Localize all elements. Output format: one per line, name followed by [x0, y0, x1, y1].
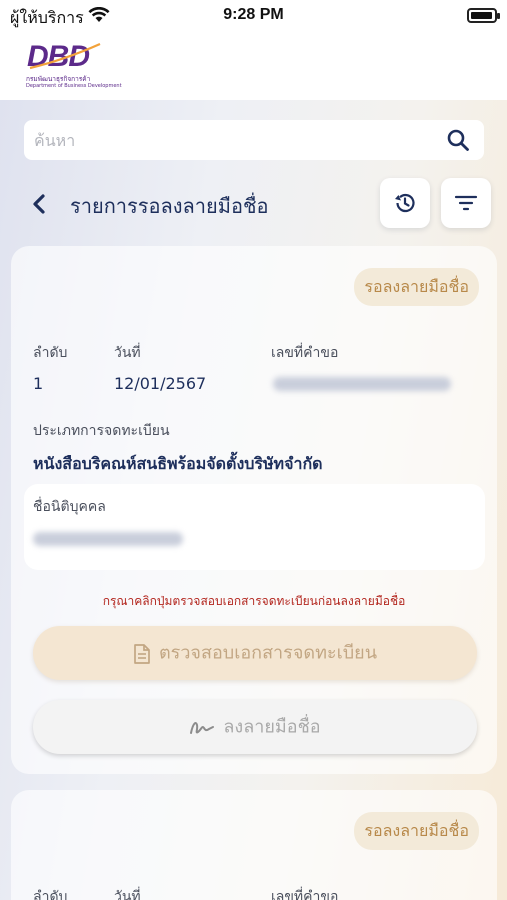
status-bar: ผู้ให้บริการ 9:28 PM: [0, 0, 507, 32]
back-button[interactable]: [26, 190, 54, 218]
registration-type-label: ประเภทการจดทะเบียน: [33, 423, 170, 439]
check-documents-button[interactable]: ตรวจสอบเอกสารจดทะเบียน: [33, 626, 477, 680]
request-card: รอลงลายมือชื่อ ลำดับ วันที่ เลขที่คำขอ: [11, 790, 497, 900]
juristic-name-label: ชื่อนิติบุคคล: [33, 499, 106, 515]
signature-icon: [190, 721, 215, 734]
warning-message: กรุณาคลิกปุ่มตรวจสอบเอกสารจดทะเบียนก่อนล…: [102, 594, 406, 608]
title-row: รายการรอลงลายมือชื่อ: [0, 178, 507, 230]
date-label: วันที่: [114, 345, 141, 361]
history-icon: [395, 193, 415, 213]
seq-label: ลำดับ: [33, 345, 68, 361]
document-icon: [134, 643, 150, 664]
status-badge: รอลงลายมือชื่อ: [354, 268, 479, 306]
history-button[interactable]: [380, 178, 430, 228]
juristic-name-value-redacted: [33, 532, 183, 546]
sign-button-content: ลงลายมือชื่อ: [33, 700, 477, 754]
battery-level: [471, 12, 492, 19]
battery-icon: [467, 8, 500, 23]
search-icon[interactable]: [446, 128, 470, 152]
request-card: รอลงลายมือชื่อ ลำดับ วันที่ เลขที่คำขอ 1…: [11, 246, 497, 774]
request-no-label: เลขที่คำขอ: [271, 345, 339, 361]
status-badge: รอลงลายมือชื่อ: [354, 812, 479, 850]
seq-label: ลำดับ: [33, 889, 68, 900]
date-value: 12/01/2567: [114, 374, 207, 393]
dbd-logo: DBD กรมพัฒนาธุรกิจการค้า Department of B…: [26, 38, 122, 92]
app-header: DBD กรมพัฒนาธุรกิจการค้า Department of B…: [0, 32, 507, 100]
clock: 9:28 PM: [223, 6, 284, 23]
registration-type-value: หนังสือบริคณห์สนธิพร้อมจัดตั้งบริษัทจำกั…: [33, 454, 323, 473]
seq-value: 1: [33, 374, 44, 393]
main-content: รายการรอลงลายมือชื่อ รอลงลายมือชื่อ ลำดั…: [0, 100, 507, 900]
juristic-name-box: ชื่อนิติบุคคล: [24, 484, 485, 570]
sign-button[interactable]: ลงลายมือชื่อ: [33, 700, 477, 754]
search-input[interactable]: [34, 120, 434, 160]
date-label: วันที่: [114, 889, 141, 900]
search-bar: [24, 120, 484, 160]
page-title: รายการรอลงลายมือชื่อ: [70, 194, 269, 218]
check-documents-label: ตรวจสอบเอกสารจดทะเบียน: [158, 642, 378, 664]
logo-subtitle-en: Department of Business Development: [26, 83, 122, 89]
filter-button[interactable]: [441, 178, 491, 228]
check-documents-button-content: ตรวจสอบเอกสารจดทะเบียน: [33, 626, 477, 680]
filter-icon: [454, 195, 478, 211]
dbd-logo-mark: DBD: [27, 40, 101, 72]
request-no-label: เลขที่คำขอ: [271, 889, 339, 900]
request-no-value-redacted: [273, 377, 451, 391]
sign-label: ลงลายมือชื่อ: [223, 716, 321, 738]
